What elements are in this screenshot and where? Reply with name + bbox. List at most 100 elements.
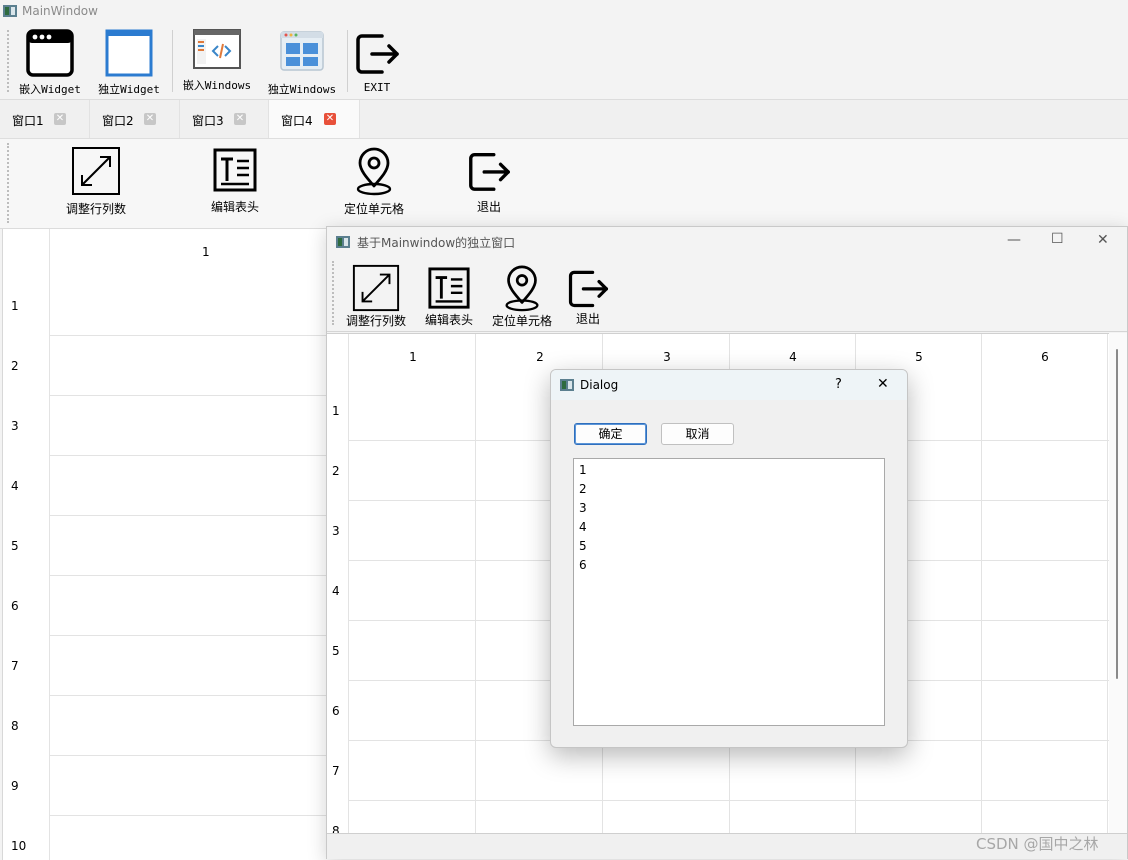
dialog-title-bar: Dialog ? ✕ xyxy=(551,370,907,400)
column-header[interactable]: 1 xyxy=(202,245,210,259)
embed-windows-button[interactable]: 嵌入Windows xyxy=(180,26,254,93)
resize-icon xyxy=(352,264,400,312)
vertical-scrollbar[interactable] xyxy=(1109,333,1127,833)
dialog-title: Dialog xyxy=(580,378,619,392)
tab-window4[interactable]: 窗口4 ✕ xyxy=(269,100,360,138)
tab-close-icon[interactable]: ✕ xyxy=(324,113,336,125)
column-header[interactable]: 5 xyxy=(909,350,929,364)
list-item[interactable]: 1 xyxy=(579,463,587,477)
column-header[interactable]: 1 xyxy=(403,350,423,364)
location-pin-icon xyxy=(505,265,539,312)
resize-table-button[interactable]: 调整行列数 xyxy=(343,263,409,329)
toolbar-button-label: 嵌入Windows xyxy=(182,79,252,92)
list-item[interactable]: 6 xyxy=(579,558,587,572)
tab-window3[interactable]: 窗口3 ✕ xyxy=(180,100,269,138)
location-pin-icon xyxy=(356,147,392,196)
row-header[interactable]: 8 xyxy=(3,695,49,755)
toolbar-button-label: 独立Windows xyxy=(267,83,337,96)
column-header[interactable]: 4 xyxy=(783,350,803,364)
tab-close-icon[interactable]: ✕ xyxy=(54,113,66,125)
watermark: CSDN @国中之林 xyxy=(976,835,1099,853)
row-header[interactable]: 2 xyxy=(332,464,340,478)
row-header[interactable]: 6 xyxy=(332,704,340,718)
row-header[interactable]: 9 xyxy=(3,755,49,815)
toolbar-button-label: 独立Widget xyxy=(98,83,160,96)
column-header[interactable]: 2 xyxy=(530,350,550,364)
tab-window2[interactable]: 窗口2 ✕ xyxy=(90,100,180,138)
list-item[interactable]: 3 xyxy=(579,501,587,515)
minimize-button[interactable]: — xyxy=(1007,232,1021,248)
row-header[interactable]: 4 xyxy=(332,584,340,598)
standalone-widget-button[interactable]: 独立Widget xyxy=(93,28,165,97)
toolbar-grip[interactable] xyxy=(7,30,11,92)
toolbar-grip[interactable] xyxy=(332,261,336,325)
row-header[interactable]: 4 xyxy=(3,455,49,515)
tab-toolbar: 调整行列数 编辑表头 定位单元格 退出 xyxy=(0,139,1128,229)
dialog-close-button[interactable]: ✕ xyxy=(877,376,889,392)
list-box[interactable]: 1 2 3 4 5 6 xyxy=(573,458,885,726)
tab-label: 窗口4 xyxy=(281,114,313,128)
tab-close-icon[interactable]: ✕ xyxy=(234,113,246,125)
locate-cell-button[interactable]: 定位单元格 xyxy=(336,145,412,217)
cancel-button[interactable]: 取消 xyxy=(661,423,734,445)
toolbar-button-label: 定位单元格 xyxy=(491,314,552,328)
row-header[interactable]: 1 xyxy=(332,404,340,418)
row-header[interactable]: 1 xyxy=(3,275,49,335)
exit-button[interactable]: EXIT xyxy=(352,28,402,94)
locate-cell-button[interactable]: 定位单元格 xyxy=(489,263,555,329)
row-header[interactable]: 6 xyxy=(3,575,49,635)
standalone-windows-button[interactable]: 独立Windows xyxy=(264,28,340,97)
dashboard-window-icon xyxy=(280,31,324,71)
toolbar-separator xyxy=(172,30,173,92)
list-item[interactable]: 4 xyxy=(579,520,587,534)
row-header[interactable]: 7 xyxy=(3,635,49,695)
toolbar-button-label: 退出 xyxy=(575,312,600,326)
window-icon xyxy=(26,29,74,77)
main-toolbar: 嵌入Widget 独立Widget 嵌入Windows 独立Windows EX… xyxy=(0,24,1128,100)
row-header[interactable]: 5 xyxy=(3,515,49,575)
exit-icon xyxy=(356,34,399,74)
resize-icon xyxy=(72,147,120,195)
toolbar-button-label: 编辑表头 xyxy=(424,313,473,327)
column-header[interactable]: 6 xyxy=(1035,350,1055,364)
edit-header-button[interactable]: 编辑表头 xyxy=(200,147,270,215)
row-header[interactable]: 7 xyxy=(332,764,340,778)
list-item[interactable]: 5 xyxy=(579,539,587,553)
embed-widget-button[interactable]: 嵌入Widget xyxy=(14,28,86,97)
help-button[interactable]: ? xyxy=(835,377,842,392)
scrollbar-thumb[interactable] xyxy=(1116,349,1118,679)
quit-button[interactable]: 退出 xyxy=(464,147,514,215)
toolbar-button-label: 编辑表头 xyxy=(210,200,259,214)
close-button[interactable]: ✕ xyxy=(1097,232,1109,248)
quit-button[interactable]: 退出 xyxy=(565,265,611,327)
toolbar-button-label: 调整行列数 xyxy=(65,202,126,216)
row-header[interactable]: 3 xyxy=(332,524,340,538)
text-header-icon xyxy=(428,267,470,309)
app-icon xyxy=(560,379,574,391)
main-window-title: MainWindow xyxy=(22,4,98,18)
column-header[interactable]: 3 xyxy=(657,350,677,364)
list-item[interactable]: 2 xyxy=(579,482,587,496)
tab-label: 窗口3 xyxy=(192,114,224,128)
exit-icon xyxy=(469,153,510,191)
tab-bar: 窗口1 ✕ 窗口2 ✕ 窗口3 ✕ 窗口4 ✕ xyxy=(0,100,1128,139)
code-window-icon xyxy=(193,29,241,69)
row-header[interactable]: 3 xyxy=(3,395,49,455)
edit-header-button[interactable]: 编辑表头 xyxy=(421,266,477,328)
row-header[interactable]: 2 xyxy=(3,335,49,395)
row-header[interactable]: 10 xyxy=(3,815,49,860)
row-header[interactable]: 5 xyxy=(332,644,340,658)
app-icon xyxy=(336,236,350,248)
blue-window-icon xyxy=(105,29,153,77)
toolbar-grip[interactable] xyxy=(7,143,11,223)
resize-table-button[interactable]: 调整行列数 xyxy=(56,145,136,217)
toolbar-separator xyxy=(347,30,348,92)
maximize-button[interactable]: ☐ xyxy=(1051,231,1064,247)
toolbar-button-label: 退出 xyxy=(476,200,501,214)
tab-label: 窗口2 xyxy=(102,114,134,128)
tab-window1[interactable]: 窗口1 ✕ xyxy=(0,100,90,138)
tab-close-icon[interactable]: ✕ xyxy=(144,113,156,125)
ok-button[interactable]: 确定 xyxy=(574,423,647,445)
toolbar-button-label: EXIT xyxy=(363,81,391,94)
child-toolbar: 调整行列数 编辑表头 定位单元格 退出 xyxy=(327,257,1127,332)
